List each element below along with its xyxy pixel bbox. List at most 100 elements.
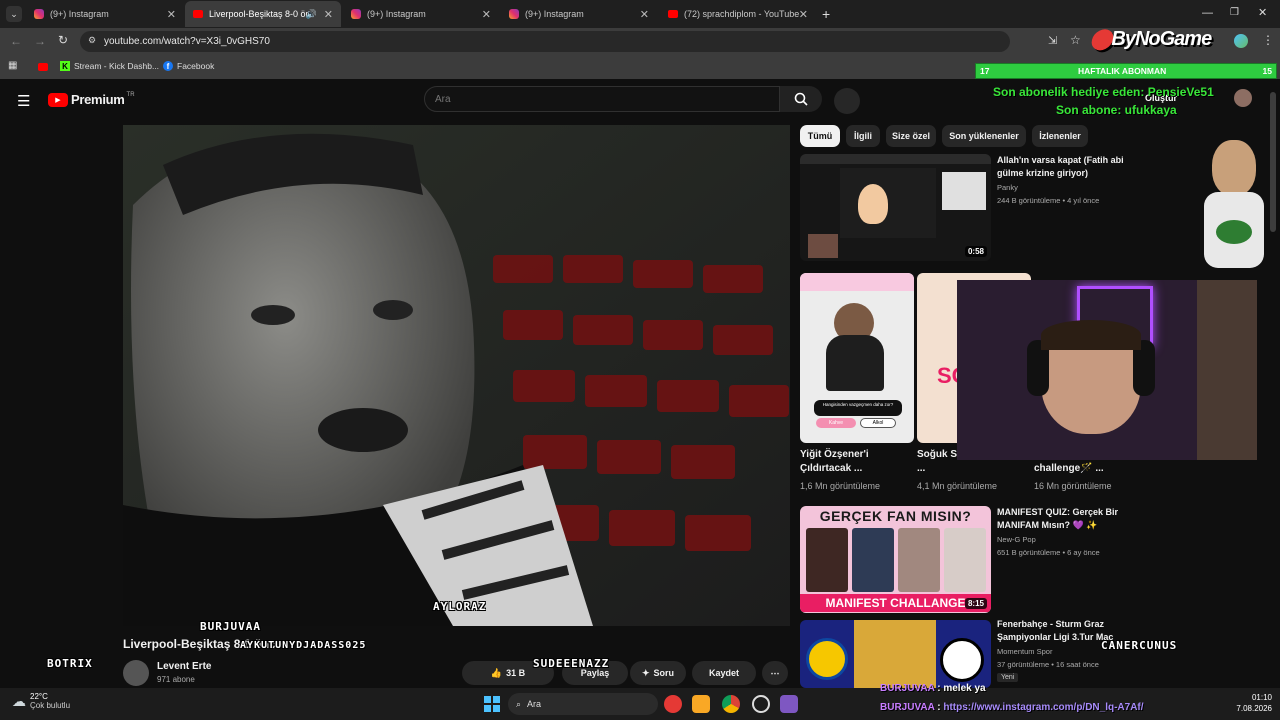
cloud-icon: ☁ bbox=[12, 692, 26, 709]
channel-avatar[interactable] bbox=[123, 660, 149, 686]
overlay-name-botrix: BOTRIX bbox=[47, 657, 93, 670]
tab-label: (9+) Instagram bbox=[525, 9, 584, 19]
taskbar-search[interactable]: ⌕ Ara bbox=[508, 693, 658, 715]
overlay-name-canercunus: CANERCUNUS bbox=[1101, 639, 1178, 652]
short-views-1: 1,6 Mn görüntüleme bbox=[800, 481, 881, 491]
bookmark-star-icon[interactable]: ☆ bbox=[1070, 33, 1081, 47]
last-sub-text: Son abone: ufukkaya bbox=[1056, 103, 1177, 117]
site-info-icon[interactable]: ⚙ bbox=[88, 35, 96, 46]
facebook-icon: f bbox=[163, 61, 173, 71]
minimize-button[interactable]: — bbox=[1202, 7, 1213, 19]
short-title-1[interactable]: Yiğit Özşener'i Çıldırtacak ... bbox=[800, 448, 914, 476]
file-explorer-icon[interactable] bbox=[692, 695, 710, 713]
video-watermark: AYLORAZ bbox=[433, 600, 487, 613]
account-avatar[interactable] bbox=[1234, 89, 1252, 107]
browser-tab-instagram-1[interactable]: (9+) Instagram ✕ bbox=[26, 1, 184, 27]
bookmark-facebook[interactable]: f Facebook bbox=[163, 61, 214, 71]
bookmark-label: Stream - Kick Dashb... bbox=[74, 61, 160, 71]
address-bar[interactable]: ⚙ youtube.com/watch?v=X3i_0vGHS70 bbox=[80, 31, 1010, 52]
page-scrollbar[interactable] bbox=[1270, 92, 1276, 232]
search-icon: ⌕ bbox=[516, 698, 522, 709]
kick-icon: K bbox=[60, 61, 70, 71]
webcam-overlay bbox=[957, 280, 1257, 460]
forward-icon[interactable]: → bbox=[34, 34, 46, 48]
app-icon-red[interactable] bbox=[664, 695, 682, 713]
install-icon[interactable]: ⇲ bbox=[1048, 34, 1057, 47]
rec-title[interactable]: Allah'ın varsa kapat (Fatih abi gülme kr… bbox=[997, 154, 1127, 180]
profile-avatar[interactable] bbox=[1234, 34, 1248, 48]
close-icon[interactable]: ✕ bbox=[482, 8, 491, 21]
rec-thumbnail[interactable] bbox=[800, 620, 991, 688]
ask-button[interactable]: ✦ Soru bbox=[630, 661, 686, 685]
rec-meta: 37 görüntüleme • 16 saat önce bbox=[997, 660, 1099, 669]
back-icon[interactable]: ← bbox=[10, 34, 22, 48]
reload-icon[interactable]: ↻ bbox=[58, 33, 68, 47]
youtube-bookmark-icon[interactable] bbox=[38, 63, 48, 71]
chip-watched[interactable]: İzlenenler bbox=[1032, 125, 1088, 147]
close-icon[interactable]: ✕ bbox=[167, 8, 176, 21]
new-badge: Yeni bbox=[997, 673, 1019, 682]
rec-meta: 244 B görüntüleme • 4 yıl önce bbox=[997, 196, 1100, 205]
rec-thumbnail[interactable]: GERÇEK FAN MISIN? MANIFEST CHALLANGE 8:1… bbox=[800, 506, 991, 613]
browser-toolbar: ← → ↻ ⚙ youtube.com/watch?v=X3i_0vGHS70 … bbox=[0, 28, 1280, 55]
instagram-icon bbox=[351, 9, 361, 19]
youtube-icon bbox=[668, 10, 678, 18]
start-button[interactable] bbox=[484, 696, 500, 712]
maximize-button[interactable]: ❐ bbox=[1230, 7, 1239, 18]
app-icon-circle[interactable] bbox=[752, 695, 770, 713]
browser-tab-youtube-2[interactable]: (72) sprachdiplom - YouTube ✕ bbox=[660, 1, 816, 27]
rec-meta: 651 B görüntüleme • 6 ay önce bbox=[997, 548, 1100, 557]
video-player[interactable]: AYLORAZ bbox=[123, 125, 790, 626]
tab-search-button[interactable]: ⌄ bbox=[6, 6, 22, 22]
search-box[interactable] bbox=[424, 86, 780, 112]
bookmark-kick[interactable]: K Stream - Kick Dashb... bbox=[60, 61, 159, 71]
close-window-button[interactable]: ✕ bbox=[1258, 6, 1267, 19]
close-icon[interactable]: ✕ bbox=[324, 8, 333, 21]
weather-widget[interactable]: ☁ 22°C Çok bulutlu bbox=[12, 692, 70, 710]
rec-channel[interactable]: Momentum Spor bbox=[997, 646, 1052, 658]
rec-channel[interactable]: New-G Pop bbox=[997, 534, 1036, 546]
youtube-logo[interactable]: ▶ Premium TR bbox=[48, 92, 135, 107]
last-gift-text: Son abonelik hediye eden: PensieVe51 bbox=[993, 85, 1214, 99]
rec-title[interactable]: MANIFEST QUIZ: Gerçek Bir MANIFAM Mısın?… bbox=[997, 506, 1127, 532]
chrome-icon[interactable] bbox=[722, 695, 740, 713]
short-title-3[interactable]: challenge🪄 ... bbox=[1034, 462, 1104, 476]
like-icon: 👍 bbox=[490, 667, 503, 678]
tab-label: (9+) Instagram bbox=[50, 9, 109, 19]
chip-related[interactable]: İlgili bbox=[846, 125, 880, 147]
subscriber-count: 971 abone bbox=[157, 675, 195, 684]
chip-all[interactable]: Tümü bbox=[800, 125, 840, 147]
browser-tab-instagram-3[interactable]: (9+) Instagram ✕ bbox=[501, 1, 657, 27]
short-option-2: Alkol bbox=[860, 418, 896, 428]
instagram-icon bbox=[509, 9, 519, 19]
rec-channel[interactable]: Panky bbox=[997, 182, 1018, 194]
overlay-logo: ⬤ByNoGame bbox=[1090, 28, 1212, 50]
more-actions-button[interactable]: ⋯ bbox=[762, 661, 788, 685]
video-frame bbox=[123, 125, 790, 626]
clock[interactable]: 01:10 7.08.2026 bbox=[1224, 692, 1272, 714]
close-icon[interactable]: ✕ bbox=[799, 8, 808, 21]
overlay-name-burjuvaa: BURJUVAA bbox=[200, 620, 261, 633]
new-tab-button[interactable]: + bbox=[822, 6, 830, 22]
duration-badge: 0:58 bbox=[964, 246, 987, 257]
chip-recent[interactable]: Son yüklenenler bbox=[942, 125, 1026, 147]
search-input[interactable] bbox=[435, 93, 755, 105]
search-button[interactable] bbox=[780, 86, 822, 112]
browser-tab-youtube-active[interactable]: Liverpool-Beşiktaş 8-0 önce 🔊 ✕ bbox=[185, 1, 341, 27]
apps-icon[interactable]: ▦ bbox=[8, 60, 17, 71]
instagram-icon bbox=[34, 9, 44, 19]
hamburger-menu-icon[interactable]: ☰ bbox=[17, 92, 30, 110]
audio-icon[interactable]: 🔊 bbox=[306, 9, 317, 20]
voice-search-button[interactable] bbox=[834, 88, 860, 114]
rec-title[interactable]: Fenerbahçe - Sturm Graz Şampiyonlar Ligi… bbox=[997, 618, 1117, 644]
rec-thumbnail[interactable]: 0:58 bbox=[800, 154, 991, 261]
close-icon[interactable]: ✕ bbox=[640, 8, 649, 21]
save-button[interactable]: Kaydet bbox=[692, 661, 756, 685]
channel-name[interactable]: Levent Erte bbox=[157, 661, 211, 672]
browser-tab-instagram-2[interactable]: (9+) Instagram ✕ bbox=[343, 1, 499, 27]
short-thumbnail-1[interactable]: Hangisinden vazgeçmen daha zor? Kahve Al… bbox=[800, 273, 914, 443]
menu-icon[interactable]: ⋮ bbox=[1262, 33, 1274, 47]
app-icon-purple[interactable] bbox=[780, 695, 798, 713]
short-option-1: Kahve bbox=[816, 418, 856, 428]
chip-for-you[interactable]: Size özel bbox=[886, 125, 936, 147]
